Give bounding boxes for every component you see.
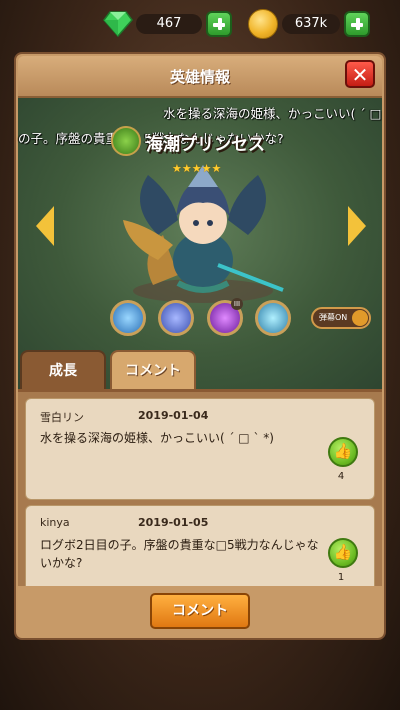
hero-name: 海潮プリンセス: [146, 135, 265, 155]
comment-date: 2019-01-04: [138, 409, 209, 422]
like-count: 1: [337, 572, 345, 583]
post-comment-button[interactable]: コメント: [150, 593, 250, 629]
like-count: 4: [337, 471, 345, 482]
prev-hero-arrow[interactable]: [36, 206, 54, 246]
star-icon: ★: [181, 162, 192, 175]
hero-portrait: [123, 165, 284, 303]
comment-list[interactable]: 雪白リン 2019-01-04 水を操る深海の姫様、かっこいい( ´ □ ` *…: [18, 392, 382, 586]
thumbs-up-icon: 👍: [333, 543, 353, 561]
skill-2-icon[interactable]: [158, 300, 194, 336]
currency-bar: 467 637k: [0, 0, 400, 48]
thumbs-up-icon: 👍: [333, 442, 353, 460]
like-button[interactable]: 👍: [328, 538, 358, 568]
panel-title: 英雄情報: [169, 68, 230, 86]
tab-comments[interactable]: コメント: [110, 350, 196, 390]
danmaku-toggle[interactable]: 弾幕ON: [311, 307, 371, 329]
close-icon: ✕: [351, 63, 369, 87]
add-coins-button[interactable]: [344, 11, 370, 37]
skill-level-badge: III: [231, 298, 243, 310]
hero-stars: ★★★★★: [172, 157, 232, 175]
next-hero-arrow[interactable]: [348, 206, 366, 246]
wind-element-icon: [111, 126, 141, 156]
add-gems-button[interactable]: [206, 11, 232, 37]
skill-1-icon[interactable]: [110, 300, 146, 336]
comment-user: kinya: [40, 516, 70, 529]
comment-text: ログボ2日目の子。序盤の貴重な□5戦力なんじゃないかな?: [40, 538, 319, 570]
star-icon: ★: [172, 162, 182, 175]
gem-count: 467: [136, 14, 202, 34]
toggle-knob: [352, 310, 368, 326]
comment-user: 雪白リン: [40, 411, 84, 424]
comment-date: 2019-01-05: [138, 516, 209, 529]
star-icon: ★: [191, 162, 202, 175]
skill-4-icon[interactable]: [255, 300, 291, 336]
like-button[interactable]: 👍: [328, 437, 358, 467]
coin-count: 637k: [282, 14, 340, 34]
star-icon: ★: [201, 162, 212, 175]
toggle-label: 弾幕ON: [319, 313, 348, 322]
star-icon: ★: [211, 162, 222, 175]
gem-icon: [103, 11, 133, 37]
close-button[interactable]: ✕: [345, 60, 375, 88]
comment-text: 水を操る深海の姫様、かっこいい( ´ □ ` *): [40, 431, 274, 445]
danmaku-line-1: 水を操る深海の姫様、かっこいい( ´ □: [163, 106, 382, 121]
coin-icon: [248, 9, 278, 39]
comment-card: kinya 2019-01-05 ログボ2日目の子。序盤の貴重な□5戦力なんじゃ…: [25, 505, 375, 586]
comment-card: 雪白リン 2019-01-04 水を操る深海の姫様、かっこいい( ´ □ ` *…: [25, 398, 375, 500]
tab-growth[interactable]: 成長: [20, 350, 106, 390]
panel-header: 英雄情報: [18, 56, 382, 98]
